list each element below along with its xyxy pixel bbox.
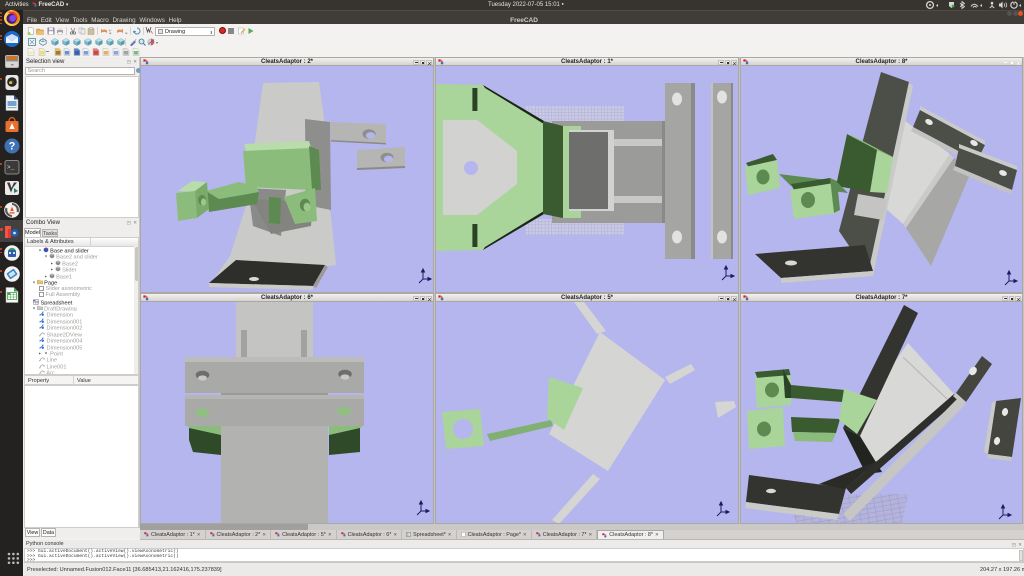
svg-text:?: ? — [8, 141, 15, 153]
svg-text:>_: >_ — [7, 164, 15, 171]
